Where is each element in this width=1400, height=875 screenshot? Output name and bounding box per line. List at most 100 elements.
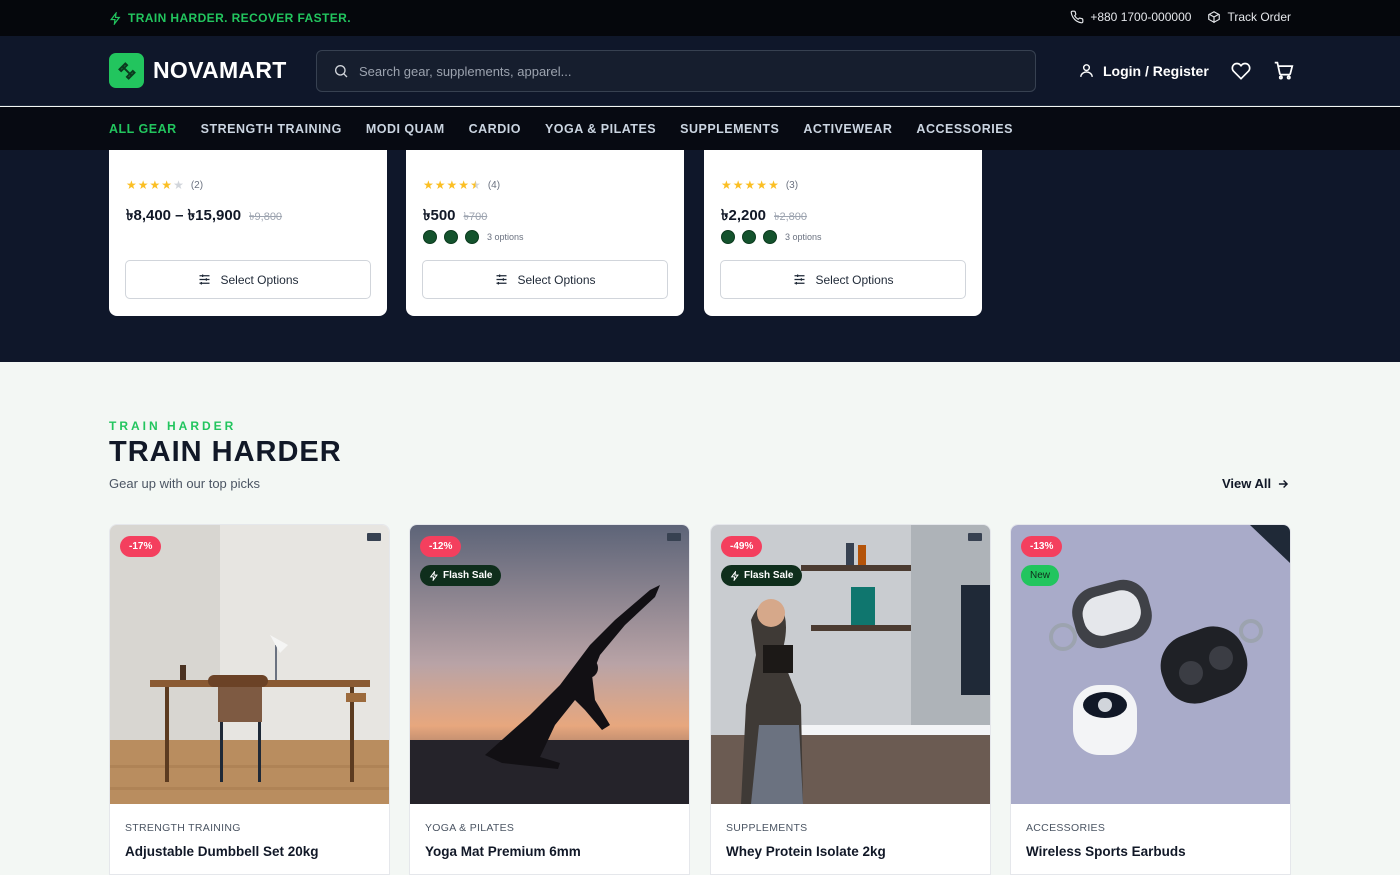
flash-sale-label: Flash Sale xyxy=(443,570,493,581)
product-name[interactable]: Whey Protein Isolate 2kg xyxy=(726,844,886,859)
product-name[interactable]: Adjustable Dumbbell Set 20kg xyxy=(125,844,319,859)
discount-badge: -12% xyxy=(420,536,462,557)
arrow-right-icon xyxy=(1279,479,1289,488)
section-subtitle: Gear up with our top picks xyxy=(109,476,261,491)
sliders-icon xyxy=(496,274,507,285)
search-input[interactable] xyxy=(359,63,999,79)
view-all-link[interactable]: View All xyxy=(1222,476,1290,491)
product-category: YOGA & PILATES xyxy=(425,822,515,834)
nav-item-modi-quam[interactable]: MODI QUAM xyxy=(366,122,445,136)
logo[interactable]: NOVAMART xyxy=(109,53,287,88)
old-price: ৳2,800 xyxy=(774,211,808,223)
login-label: Login / Register xyxy=(1103,62,1209,79)
nav-item-strength-training[interactable]: STRENGTH TRAINING xyxy=(201,122,342,136)
options-count: 3 options xyxy=(785,232,822,242)
view-all-label: View All xyxy=(1222,476,1272,491)
bolt-icon xyxy=(429,570,438,581)
featured-products-band: ★ ★ ★ ★ ★ (2) ৳8,400 – ৳15,900 ৳9,800 Se… xyxy=(0,150,1400,362)
select-options-label: Select Options xyxy=(220,272,299,287)
discount-badge: -49% xyxy=(721,536,763,557)
review-count: (3) xyxy=(785,179,799,191)
color-swatch[interactable] xyxy=(721,230,735,244)
color-swatch[interactable] xyxy=(423,230,437,244)
nav-item-cardio[interactable]: CARDIO xyxy=(469,122,521,136)
package-icon xyxy=(1208,11,1221,23)
phone-link[interactable]: +880 1700-000000 xyxy=(1070,10,1191,24)
section-eyebrow: TRAIN HARDER xyxy=(109,419,237,433)
product-card[interactable]: ★ ★ ★ ★ ★ (4) ৳500 ৳700 3 options Select… xyxy=(406,150,684,316)
color-swatches: 3 options xyxy=(423,230,524,244)
user-icon xyxy=(1080,64,1093,77)
bolt-icon xyxy=(109,11,121,25)
product-tag xyxy=(968,533,982,541)
star-icon: ★ xyxy=(744,178,756,192)
flash-sale-badge: Flash Sale xyxy=(721,565,803,586)
bolt-icon xyxy=(730,570,739,581)
track-order-link[interactable]: Track Order xyxy=(1207,10,1291,24)
heart-icon[interactable] xyxy=(1231,61,1251,81)
product-card[interactable]: -12% Flash Sale YOGA & PILATES Yoga Mat … xyxy=(409,524,690,875)
color-swatch[interactable] xyxy=(742,230,756,244)
flash-sale-badge: Flash Sale xyxy=(420,565,502,586)
color-swatch[interactable] xyxy=(465,230,479,244)
track-order-label: Track Order xyxy=(1227,10,1291,24)
promo-text: TRAIN HARDER. RECOVER FASTER. xyxy=(128,11,351,25)
color-swatch[interactable] xyxy=(763,230,777,244)
price: ৳8,400 – ৳15,900 xyxy=(126,207,242,224)
old-price: ৳700 xyxy=(463,211,488,223)
discount-badge: -17% xyxy=(120,536,162,557)
select-options-button[interactable]: Select Options xyxy=(720,260,966,299)
search-bar[interactable] xyxy=(316,50,1036,92)
nav-item-supplements[interactable]: SUPPLEMENTS xyxy=(680,122,779,136)
logo-text: NOVAMART xyxy=(153,57,287,83)
select-options-label: Select Options xyxy=(815,272,894,287)
search-icon xyxy=(335,65,348,78)
promo-banner: TRAIN HARDER. RECOVER FASTER. xyxy=(109,11,351,25)
dumbbell-icon xyxy=(109,53,144,88)
product-category: SUPPLEMENTS xyxy=(726,822,808,834)
product-category: STRENGTH TRAINING xyxy=(125,822,241,834)
product-tag xyxy=(667,533,681,541)
select-options-button[interactable]: Select Options xyxy=(125,260,371,299)
review-count: (2) xyxy=(190,179,204,191)
login-register-link[interactable]: Login / Register xyxy=(1078,62,1209,79)
select-options-label: Select Options xyxy=(517,272,596,287)
product-card[interactable]: ★ ★ ★ ★ ★ (2) ৳8,400 – ৳15,900 ৳9,800 Se… xyxy=(109,150,387,316)
star-icon: ★ xyxy=(173,178,184,192)
flash-sale-label: Flash Sale xyxy=(744,570,794,581)
nav-item-accessories[interactable]: ACCESSORIES xyxy=(916,122,1013,136)
product-image[interactable] xyxy=(110,525,389,804)
cart-icon[interactable] xyxy=(1273,60,1294,81)
category-nav: ALL GEAR STRENGTH TRAINING MODI QUAM CAR… xyxy=(0,107,1400,150)
old-price: ৳9,800 xyxy=(249,211,283,223)
product-name[interactable]: Wireless Sports Earbuds xyxy=(1026,844,1186,859)
star-icon: ★ xyxy=(161,178,173,192)
star-icon: ★ xyxy=(446,178,458,192)
star-icon: ★ xyxy=(434,178,446,192)
star-rating: ★ ★ ★ ★ ★ (4) xyxy=(423,178,500,192)
new-badge: New xyxy=(1021,565,1060,586)
star-icon: ★ xyxy=(423,178,434,192)
product-card[interactable]: -17% STRENGTH TRAINING Adjustable Dumbbe… xyxy=(109,524,390,875)
sliders-icon xyxy=(199,274,210,285)
top-bar: TRAIN HARDER. RECOVER FASTER. +880 1700-… xyxy=(0,0,1400,36)
product-name[interactable]: Yoga Mat Premium 6mm xyxy=(425,844,581,859)
options-count: 3 options xyxy=(487,232,524,242)
star-rating: ★ ★ ★ ★ ★ (2) xyxy=(126,178,203,192)
star-icon: ★ xyxy=(756,178,768,192)
product-card[interactable]: -49% Flash Sale SUPPLEMENTS Whey Protein… xyxy=(710,524,991,875)
discount-badge: -13% xyxy=(1021,536,1063,557)
product-card[interactable]: ★ ★ ★ ★ ★ (3) ৳2,200 ৳2,800 3 options Se… xyxy=(704,150,982,316)
product-card[interactable]: -13% New ACCESSORIES Wireless Sports Ear… xyxy=(1010,524,1291,875)
nav-item-activewear[interactable]: ACTIVEWEAR xyxy=(803,122,892,136)
half-star-icon: ★ xyxy=(470,178,481,192)
nav-item-yoga-pilates[interactable]: YOGA & PILATES xyxy=(545,122,656,136)
phone-icon xyxy=(1070,10,1084,24)
price: ৳500 xyxy=(423,207,456,224)
nav-item-all-gear[interactable]: ALL GEAR xyxy=(109,122,177,136)
sliders-icon xyxy=(794,274,805,285)
select-options-button[interactable]: Select Options xyxy=(422,260,668,299)
site-header: NOVAMART Login / Register xyxy=(0,36,1400,106)
star-icon: ★ xyxy=(137,178,149,192)
color-swatch[interactable] xyxy=(444,230,458,244)
